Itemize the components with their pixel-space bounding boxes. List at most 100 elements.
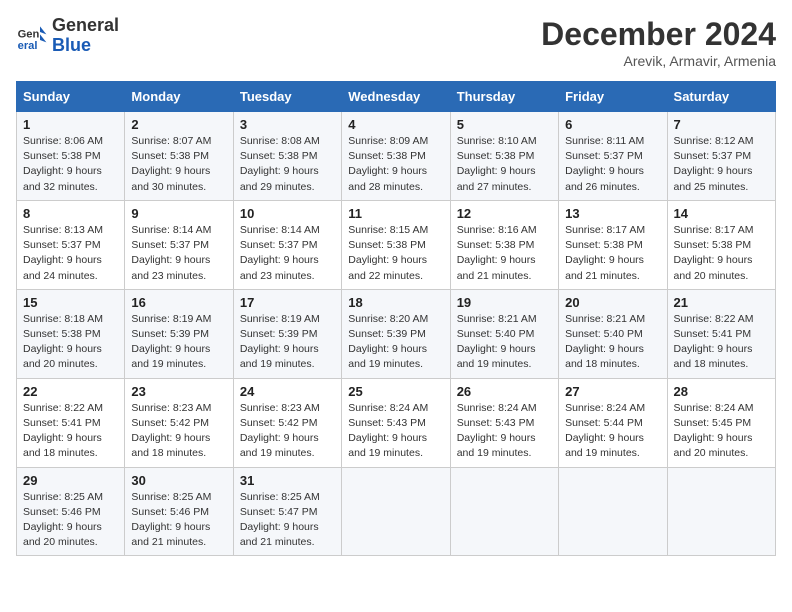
day-info: Sunrise: 8:20 AMSunset: 5:39 PMDaylight:… [348,312,443,373]
day-number: 18 [348,295,443,310]
calendar-week-5: 29 Sunrise: 8:25 AMSunset: 5:46 PMDayligh… [17,467,776,556]
day-number: 23 [131,384,226,399]
svg-text:eral: eral [18,40,38,52]
day-number: 7 [674,117,769,132]
location-subtitle: Arevik, Armavir, Armenia [541,53,776,69]
day-header-thursday: Thursday [450,82,558,112]
day-header-wednesday: Wednesday [342,82,450,112]
calendar-cell: 16 Sunrise: 8:19 AMSunset: 5:39 PMDayligh… [125,289,233,378]
calendar-cell: 9 Sunrise: 8:14 AMSunset: 5:37 PMDaylight… [125,200,233,289]
calendar-cell: 28 Sunrise: 8:24 AMSunset: 5:45 PMDayligh… [667,378,775,467]
svg-text:Gen: Gen [18,28,40,40]
day-info: Sunrise: 8:07 AMSunset: 5:38 PMDaylight:… [131,134,226,195]
calendar-cell: 14 Sunrise: 8:17 AMSunset: 5:38 PMDayligh… [667,200,775,289]
day-number: 22 [23,384,118,399]
day-number: 9 [131,206,226,221]
day-info: Sunrise: 8:22 AMSunset: 5:41 PMDaylight:… [23,401,118,462]
day-info: Sunrise: 8:11 AMSunset: 5:37 PMDaylight:… [565,134,660,195]
day-number: 28 [674,384,769,399]
calendar-cell [342,467,450,556]
day-number: 26 [457,384,552,399]
calendar-cell: 25 Sunrise: 8:24 AMSunset: 5:43 PMDayligh… [342,378,450,467]
day-info: Sunrise: 8:25 AMSunset: 5:46 PMDaylight:… [131,490,226,551]
day-number: 27 [565,384,660,399]
day-number: 11 [348,206,443,221]
page-header: Gen eral General Blue December 2024 Arev… [16,16,776,69]
day-number: 19 [457,295,552,310]
day-info: Sunrise: 8:14 AMSunset: 5:37 PMDaylight:… [240,223,335,284]
calendar-cell: 20 Sunrise: 8:21 AMSunset: 5:40 PMDayligh… [559,289,667,378]
day-number: 5 [457,117,552,132]
day-info: Sunrise: 8:17 AMSunset: 5:38 PMDaylight:… [674,223,769,284]
day-info: Sunrise: 8:24 AMSunset: 5:43 PMDaylight:… [457,401,552,462]
logo-icon: Gen eral [16,20,48,52]
day-number: 21 [674,295,769,310]
calendar-cell: 11 Sunrise: 8:15 AMSunset: 5:38 PMDayligh… [342,200,450,289]
calendar-cell: 15Sunrise: 8:18 AMSunset: 5:38 PMDayligh… [17,289,125,378]
calendar-cell: 13 Sunrise: 8:17 AMSunset: 5:38 PMDayligh… [559,200,667,289]
logo-general: General [52,15,119,35]
day-number: 15 [23,295,118,310]
calendar-cell: 29Sunrise: 8:25 AMSunset: 5:46 PMDayligh… [17,467,125,556]
calendar-cell: 7 Sunrise: 8:12 AMSunset: 5:37 PMDaylight… [667,112,775,201]
calendar-week-3: 15Sunrise: 8:18 AMSunset: 5:38 PMDayligh… [17,289,776,378]
calendar-cell: 21 Sunrise: 8:22 AMSunset: 5:41 PMDayligh… [667,289,775,378]
day-info: Sunrise: 8:21 AMSunset: 5:40 PMDaylight:… [457,312,552,373]
calendar-cell [450,467,558,556]
calendar-cell [559,467,667,556]
calendar-cell: 30 Sunrise: 8:25 AMSunset: 5:46 PMDayligh… [125,467,233,556]
day-number: 6 [565,117,660,132]
day-number: 13 [565,206,660,221]
day-number: 29 [23,473,118,488]
calendar-cell: 2Sunrise: 8:07 AMSunset: 5:38 PMDaylight… [125,112,233,201]
day-info: Sunrise: 8:14 AMSunset: 5:37 PMDaylight:… [131,223,226,284]
logo: Gen eral General Blue [16,16,119,56]
day-number: 25 [348,384,443,399]
day-number: 14 [674,206,769,221]
calendar-week-2: 8Sunrise: 8:13 AMSunset: 5:37 PMDaylight… [17,200,776,289]
day-info: Sunrise: 8:22 AMSunset: 5:41 PMDaylight:… [674,312,769,373]
day-number: 16 [131,295,226,310]
calendar-cell: 10 Sunrise: 8:14 AMSunset: 5:37 PMDayligh… [233,200,341,289]
day-number: 31 [240,473,335,488]
calendar-cell: 6 Sunrise: 8:11 AMSunset: 5:37 PMDaylight… [559,112,667,201]
day-number: 20 [565,295,660,310]
day-info: Sunrise: 8:24 AMSunset: 5:43 PMDaylight:… [348,401,443,462]
day-number: 4 [348,117,443,132]
calendar-cell: 18 Sunrise: 8:20 AMSunset: 5:39 PMDayligh… [342,289,450,378]
logo-blue: Blue [52,35,91,55]
day-number: 17 [240,295,335,310]
day-number: 30 [131,473,226,488]
day-info: Sunrise: 8:24 AMSunset: 5:45 PMDaylight:… [674,401,769,462]
day-info: Sunrise: 8:17 AMSunset: 5:38 PMDaylight:… [565,223,660,284]
day-info: Sunrise: 8:15 AMSunset: 5:38 PMDaylight:… [348,223,443,284]
day-header-saturday: Saturday [667,82,775,112]
day-info: Sunrise: 8:23 AMSunset: 5:42 PMDaylight:… [240,401,335,462]
day-info: Sunrise: 8:21 AMSunset: 5:40 PMDaylight:… [565,312,660,373]
calendar-week-4: 22 Sunrise: 8:22 AMSunset: 5:41 PMDayligh… [17,378,776,467]
day-info: Sunrise: 8:19 AMSunset: 5:39 PMDaylight:… [131,312,226,373]
day-number: 10 [240,206,335,221]
day-info: Sunrise: 8:12 AMSunset: 5:37 PMDaylight:… [674,134,769,195]
day-info: Sunrise: 8:24 AMSunset: 5:44 PMDaylight:… [565,401,660,462]
calendar-cell: 4Sunrise: 8:09 AMSunset: 5:38 PMDaylight… [342,112,450,201]
day-info: Sunrise: 8:08 AMSunset: 5:38 PMDaylight:… [240,134,335,195]
calendar-table: SundayMondayTuesdayWednesdayThursdayFrid… [16,81,776,556]
day-header-monday: Monday [125,82,233,112]
calendar-cell: 8Sunrise: 8:13 AMSunset: 5:37 PMDaylight… [17,200,125,289]
day-number: 8 [23,206,118,221]
calendar-cell: 22 Sunrise: 8:22 AMSunset: 5:41 PMDayligh… [17,378,125,467]
calendar-cell: 5Sunrise: 8:10 AMSunset: 5:38 PMDaylight… [450,112,558,201]
day-number: 24 [240,384,335,399]
day-info: Sunrise: 8:23 AMSunset: 5:42 PMDaylight:… [131,401,226,462]
day-header-tuesday: Tuesday [233,82,341,112]
calendar-cell [667,467,775,556]
day-number: 3 [240,117,335,132]
month-title: December 2024 [541,16,776,53]
calendar-cell: 31Sunrise: 8:25 AMSunset: 5:47 PMDayligh… [233,467,341,556]
calendar-header-row: SundayMondayTuesdayWednesdayThursdayFrid… [17,82,776,112]
day-number: 1 [23,117,118,132]
calendar-cell: 23 Sunrise: 8:23 AMSunset: 5:42 PMDayligh… [125,378,233,467]
day-info: Sunrise: 8:06 AMSunset: 5:38 PMDaylight:… [23,134,118,195]
calendar-cell: 12Sunrise: 8:16 AMSunset: 5:38 PMDayligh… [450,200,558,289]
